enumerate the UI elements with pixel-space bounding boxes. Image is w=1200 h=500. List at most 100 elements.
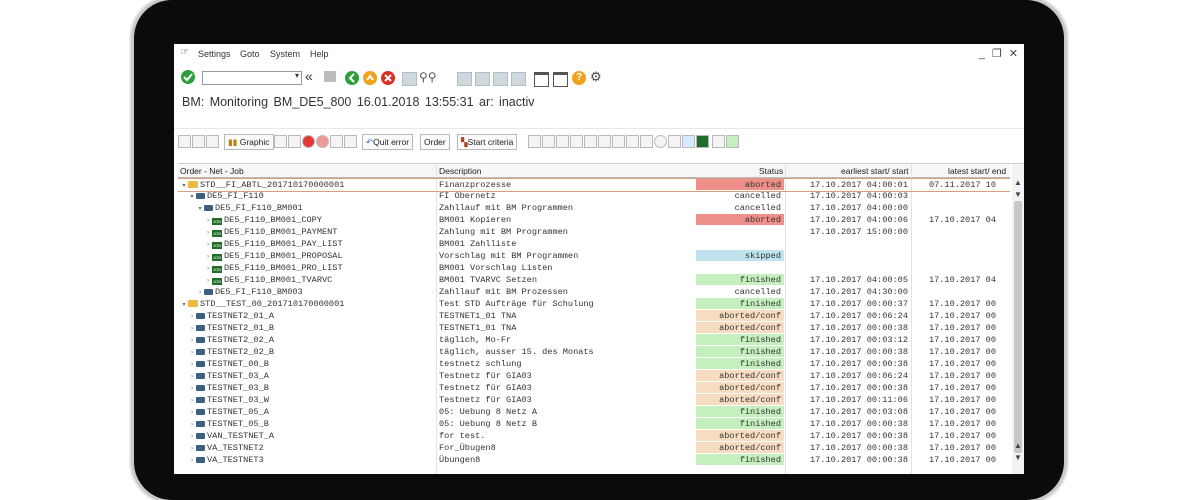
stop-icon[interactable] xyxy=(302,135,315,148)
cancel-job-icon[interactable] xyxy=(316,135,329,148)
cancel-icon[interactable] xyxy=(363,71,377,85)
latest-start-cell: 17.10.2017 00 xyxy=(928,383,996,393)
prev-page-icon[interactable] xyxy=(475,72,490,86)
excel-icon[interactable] xyxy=(726,135,739,148)
column-status[interactable]: Status xyxy=(759,166,783,176)
user-icon[interactable] xyxy=(712,135,725,148)
column-description[interactable]: Description xyxy=(439,166,482,176)
chevron-down-icon[interactable]: ▼ xyxy=(1014,453,1022,462)
restart-icon[interactable] xyxy=(640,135,653,148)
move-icon[interactable] xyxy=(344,135,357,148)
arrow-icon[interactable] xyxy=(598,135,611,148)
document-icon[interactable] xyxy=(330,135,343,148)
table-row[interactable]: › TESTNET2_02_B täglich, ausser 15. des Mo… xyxy=(178,346,1010,358)
save-icon[interactable] xyxy=(324,71,336,82)
table-row[interactable]: › TESTNET2_02_A täglich, Mo-Fr finished 17.1… xyxy=(178,334,1010,346)
table-row[interactable]: › DE5_FI_F110_BM003 Zahllauf mit BM Prozes… xyxy=(178,286,1010,298)
chevron-up-icon[interactable]: ▲ xyxy=(1014,178,1022,187)
command-field[interactable]: ▾ xyxy=(202,71,302,85)
graphic-button[interactable]: ▮▮ Graphic xyxy=(224,134,274,150)
menu-system[interactable]: System xyxy=(270,49,300,59)
order-button[interactable]: Order xyxy=(420,134,450,150)
menu-goto[interactable]: Goto xyxy=(240,49,260,59)
status-badge: aborted/conf xyxy=(696,382,784,393)
table-row[interactable]: › VAN_TESTNET_A for test. aborted/conf 17.10… xyxy=(178,430,1010,442)
start-criteria-button[interactable]: ▚Start criteria xyxy=(457,134,518,150)
edit-icon[interactable] xyxy=(612,135,625,148)
node-name: TESTNET_03_B xyxy=(207,383,269,393)
status-badge xyxy=(696,226,784,237)
info-icon[interactable] xyxy=(570,135,583,148)
table-row[interactable]: › TESTNET_05_A 05: Uebung 8 Netz Afinished… xyxy=(178,406,1010,418)
quit-error-button[interactable]: ↶Quit error xyxy=(362,134,414,150)
table-row[interactable]: › TESTNET_03_A Testnetz für GIA03 aborted/c… xyxy=(178,370,1010,382)
table-row[interactable]: › TESTNET_05_B 05: Uebung 8 Netz Bfinished… xyxy=(178,418,1010,430)
table-row[interactable]: › JOB DE5_F110_BM001_PRO_LIST BM001 Vorschl… xyxy=(178,262,1010,274)
table-row[interactable]: ▾ STD__TEST_00_201710170000001 Test STD Au… xyxy=(178,298,1010,310)
table-row[interactable]: › TESTNET2_01_A TESTNET1_01 TNA aborted/con… xyxy=(178,310,1010,322)
expand-icon[interactable] xyxy=(206,135,219,148)
last-page-icon[interactable] xyxy=(511,72,526,86)
vertical-scrollbar[interactable]: ▲ ▼ ▲ ▼ xyxy=(1012,164,1024,474)
find-icon[interactable]: ⚲⚲ xyxy=(419,70,437,84)
chart-icon[interactable] xyxy=(682,135,695,148)
window-controls[interactable]: _ ❐ ✕ xyxy=(979,47,1020,60)
menu-icon[interactable]: ☞ xyxy=(180,47,189,58)
first-page-icon[interactable] xyxy=(457,72,472,86)
table-row[interactable]: › VA_TESTNET2 For_Übugen8 aborted/conf 17.10… xyxy=(178,442,1010,454)
replace-icon[interactable] xyxy=(626,135,639,148)
refresh-icon[interactable] xyxy=(178,135,191,148)
table-row[interactable]: › VA_TESTNET3 Übungen8 finished 17.10.2017 0… xyxy=(178,454,1010,466)
check-icon[interactable] xyxy=(181,70,195,84)
divider xyxy=(174,128,1024,129)
table-row[interactable]: › JOB DE5_F110_BM001_COPY BM001 Kopieren abo… xyxy=(178,214,1010,226)
calendar-icon[interactable] xyxy=(668,135,681,148)
chevron-up-icon[interactable]: ▲ xyxy=(1014,441,1022,450)
exit-icon[interactable] xyxy=(345,71,359,85)
chevron-right-icon[interactable]: › xyxy=(188,455,196,467)
net-icon xyxy=(196,325,205,331)
clock-icon[interactable] xyxy=(654,135,667,148)
back-icon[interactable]: « xyxy=(305,68,313,84)
table-row[interactable]: › TESTNET_00_B testnetz schlung finished 17.… xyxy=(178,358,1010,370)
tree-node[interactable]: › VA_TESTNET3 xyxy=(188,454,434,467)
net-icon xyxy=(196,421,205,427)
table-row[interactable]: › TESTNET2_01_B TESTNET1_01 TNA aborted/con… xyxy=(178,322,1010,334)
column-earliest-start[interactable]: earliest start/ start xyxy=(841,166,909,176)
table-row[interactable]: › JOB DE5_F110_BM001_PAYMENT Zahlung mit BM… xyxy=(178,226,1010,238)
next-page-icon[interactable] xyxy=(493,72,508,86)
grid-icon[interactable] xyxy=(542,135,555,148)
table-row[interactable]: › JOB DE5_F110_BM001_PAY_LIST BM001 Zahllis… xyxy=(178,238,1010,250)
table-row[interactable]: › JOB DE5_F110_BM001_PROPOSAL Vorschlag mit… xyxy=(178,250,1010,262)
chevron-down-icon[interactable]: ▾ xyxy=(295,71,299,80)
table-row[interactable]: › TESTNET_03_B Testnetz für GIA03 aborted/c… xyxy=(178,382,1010,394)
note-icon[interactable] xyxy=(556,135,569,148)
table-row[interactable]: ▾ DE5_FI_F110_BM001 Zahllauf mit BM Progra… xyxy=(178,202,1010,214)
table-row[interactable]: › JOB DE5_F110_BM001_TVARVC BM001 TVARVC Se… xyxy=(178,274,1010,286)
print-icon[interactable] xyxy=(402,72,417,86)
column-latest-start[interactable]: latest start/ end xyxy=(948,166,1006,176)
latest-start-cell: 17.10.2017 00 xyxy=(928,323,996,333)
latest-start-cell: 17.10.2017 00 xyxy=(928,311,996,321)
scrollbar-thumb[interactable] xyxy=(1014,201,1022,453)
table-icon[interactable] xyxy=(528,135,541,148)
description-cell: Testnetz für GIA03 xyxy=(439,395,532,405)
column-order-net-job[interactable]: Order - Net - Job xyxy=(180,166,244,176)
shortcut-icon[interactable] xyxy=(553,72,568,87)
customize-icon[interactable]: ⚙ xyxy=(590,69,602,85)
node-name: DE5_F110_BM001_PRO_LIST xyxy=(224,263,343,273)
collapse-icon[interactable] xyxy=(192,135,205,148)
menu-settings[interactable]: Settings xyxy=(198,49,231,59)
job-icon[interactable] xyxy=(696,135,709,148)
new-session-icon[interactable] xyxy=(534,72,549,87)
help-icon[interactable]: ? xyxy=(572,71,586,85)
unlock-icon[interactable] xyxy=(288,135,301,148)
menu-help[interactable]: Help xyxy=(310,49,329,59)
filter-icon[interactable] xyxy=(584,135,597,148)
table-row[interactable]: ▾ DE5_FI_F110 FI Obernetz cancelled 17.10.20… xyxy=(178,190,1010,202)
lock-icon[interactable] xyxy=(274,135,287,148)
close-icon[interactable] xyxy=(381,71,395,85)
table-row[interactable]: › TESTNET_03_W Testnetz für GIA03 aborted/c… xyxy=(178,394,1010,406)
node-name: VA_TESTNET2 xyxy=(207,443,264,453)
chevron-down-icon[interactable]: ▼ xyxy=(1014,190,1022,199)
